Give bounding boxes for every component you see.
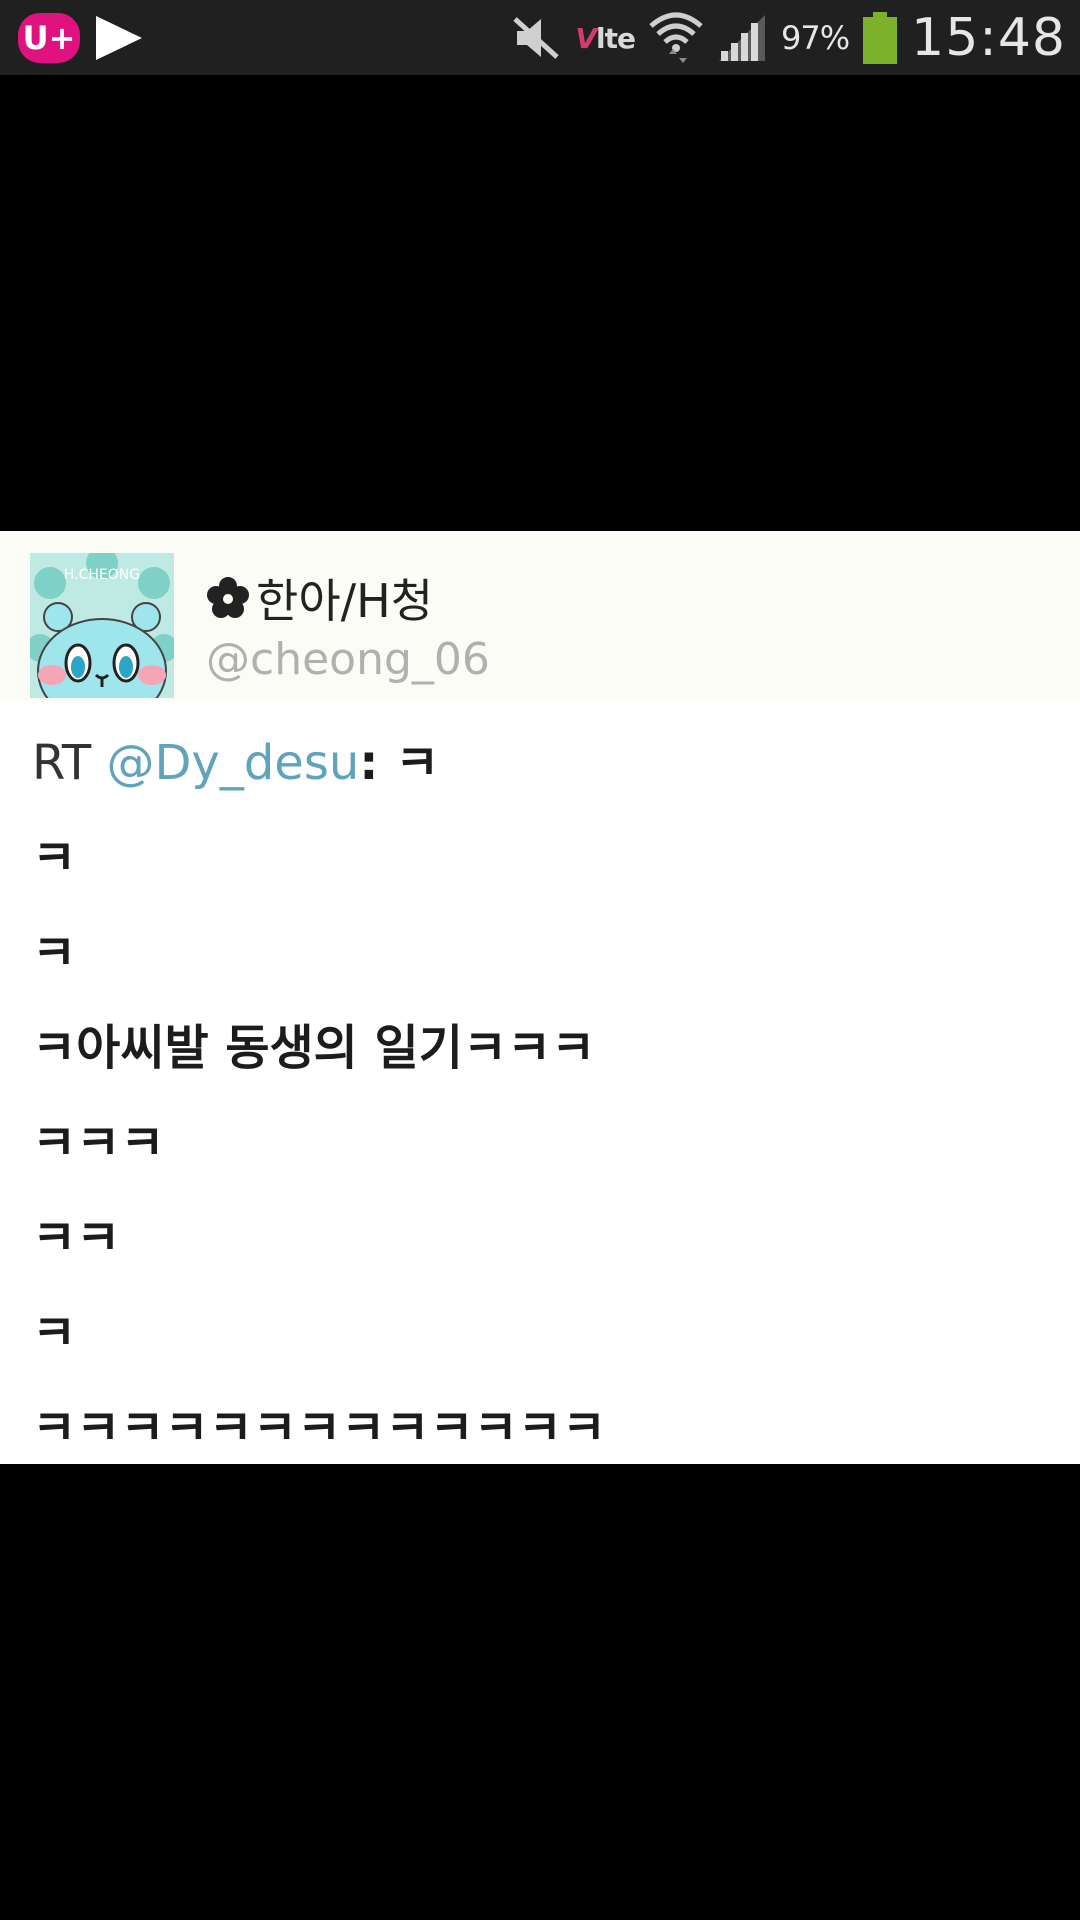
uplus-logo-icon: U+: [18, 12, 80, 63]
tweet-line: ㅋ아씨발 동생의 일기ㅋㅋㅋ: [32, 1020, 596, 1076]
volte-icon: Vlte: [575, 21, 636, 55]
avatar[interactable]: H.CHEONG: [30, 553, 174, 698]
tweet-line: ㅋㅋㅋㅋㅋㅋㅋㅋㅋㅋㅋㅋㅋ: [32, 1400, 607, 1456]
tweet-line: ㅋㅋㅋ: [32, 1115, 165, 1171]
battery-icon: [863, 12, 898, 64]
status-bar-left: U+: [18, 10, 142, 65]
avatar-caption: H.CHEONG: [64, 567, 140, 583]
status-bar: U+ Vlte 97% 15:48: [0, 0, 1080, 75]
rt-label: RT: [32, 735, 92, 791]
flower-icon: [207, 577, 249, 618]
wifi-icon: [649, 10, 703, 66]
tweet-line: ㅋㅋ: [32, 1210, 121, 1266]
signal-icon: [717, 13, 767, 63]
clock: 15:48: [911, 8, 1066, 68]
avatar-bear-illustration: H.CHEONG: [30, 553, 174, 698]
mute-icon: [511, 15, 561, 61]
tweet-line: ㅋ: [32, 1305, 77, 1361]
tweet-header: H.CHEONG 한아/H청 @cheong_06: [0, 531, 1080, 701]
play-icon: [96, 15, 142, 60]
tweet-line-text: : ㅋ: [359, 735, 440, 791]
tweet-line: ㅋ: [32, 925, 77, 981]
display-name-text: 한아/H청: [256, 574, 434, 628]
tweet-line: RT @Dy_desu: ㅋ: [32, 733, 606, 828]
display-name[interactable]: 한아/H청: [206, 565, 433, 631]
battery-percent: 97%: [781, 19, 850, 57]
tweet-line: ㅋ: [32, 830, 77, 886]
status-bar-right: Vlte 97% 15:48: [511, 6, 1066, 70]
mention-link[interactable]: @Dy_desu: [106, 735, 359, 791]
tweet-body: RT @Dy_desu: ㅋ ㅋ ㅋ ㅋ아씨발 동생의 일기ㅋㅋㅋ ㅋㅋㅋ ㅋㅋ…: [32, 733, 606, 1493]
tweet-card: H.CHEONG 한아/H청 @cheong_06 RT @Dy_desu: ㅋ…: [0, 531, 1080, 1464]
user-handle[interactable]: @cheong_06: [206, 634, 490, 685]
